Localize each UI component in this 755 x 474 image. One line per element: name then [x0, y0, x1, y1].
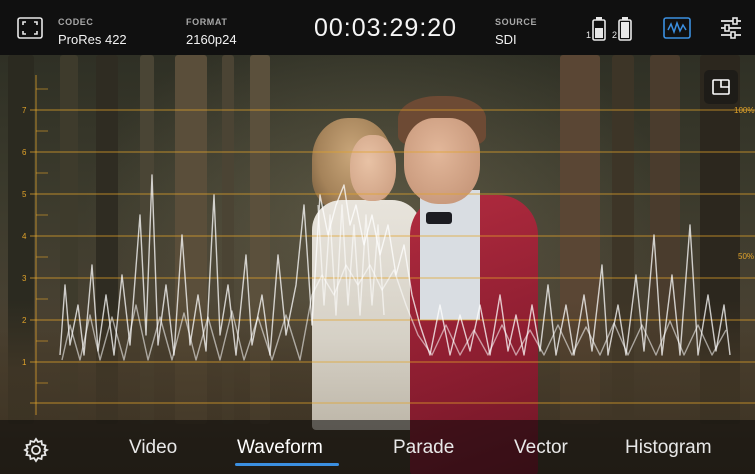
- format-value: 2160p24: [186, 32, 237, 47]
- gear-icon: [23, 437, 49, 463]
- scale-label: 2: [22, 316, 27, 325]
- battery-icon: [592, 17, 606, 41]
- monitor-screen: 7 6 5 4 3 2 1 100% 50% CODEC ProRes 422 …: [0, 0, 755, 474]
- settings-button[interactable]: [22, 436, 50, 464]
- active-tab-indicator: [235, 463, 339, 466]
- tab-histogram[interactable]: Histogram: [625, 437, 712, 459]
- scale-label: 6: [22, 148, 27, 157]
- timecode-display: 00:03:29:20: [314, 14, 458, 42]
- tab-video[interactable]: Video: [129, 437, 177, 459]
- graticule-lines: [30, 75, 755, 415]
- format-readout[interactable]: FORMAT 2160p24: [186, 0, 286, 55]
- picture-in-picture-button[interactable]: [704, 70, 738, 104]
- waveform-scope: 7 6 5 4 3 2 1 100% 50%: [22, 75, 755, 415]
- codec-caption: CODEC: [58, 17, 94, 27]
- percent-label-100: 100%: [734, 106, 754, 115]
- scale-label: 1: [22, 358, 27, 367]
- tab-waveform[interactable]: Waveform: [237, 437, 323, 459]
- source-caption: SOURCE: [495, 17, 538, 27]
- waveform-trace: [59, 174, 731, 361]
- source-value: SDI: [495, 32, 517, 47]
- percent-label-50: 50%: [738, 252, 754, 261]
- format-caption: FORMAT: [186, 17, 228, 27]
- tab-parade[interactable]: Parade: [393, 437, 454, 459]
- battery-label-2: 2: [612, 30, 618, 40]
- source-readout[interactable]: SOURCE SDI: [495, 0, 555, 55]
- settings-sliders-button[interactable]: [718, 16, 744, 40]
- scale-label: 4: [22, 232, 27, 241]
- sliders-icon: [721, 17, 741, 39]
- scale-label: 5: [22, 190, 27, 199]
- battery-icon: [618, 17, 632, 41]
- battery-label-1: 1: [586, 30, 592, 40]
- picture-in-picture-icon: [712, 79, 730, 95]
- battery-status: 1 2: [586, 0, 638, 55]
- fullscreen-button[interactable]: [14, 15, 46, 41]
- codec-value: ProRes 422: [58, 32, 127, 47]
- waveform-icon: [663, 17, 691, 39]
- scale-label: 3: [22, 274, 27, 283]
- scale-label: 7: [22, 106, 27, 115]
- top-status-bar: CODEC ProRes 422 FORMAT 2160p24 00:03:29…: [0, 0, 755, 55]
- codec-readout[interactable]: CODEC ProRes 422: [58, 0, 158, 55]
- fullscreen-icon: [17, 17, 43, 39]
- waveform-toggle-button[interactable]: [662, 16, 692, 40]
- tab-vector[interactable]: Vector: [514, 437, 568, 459]
